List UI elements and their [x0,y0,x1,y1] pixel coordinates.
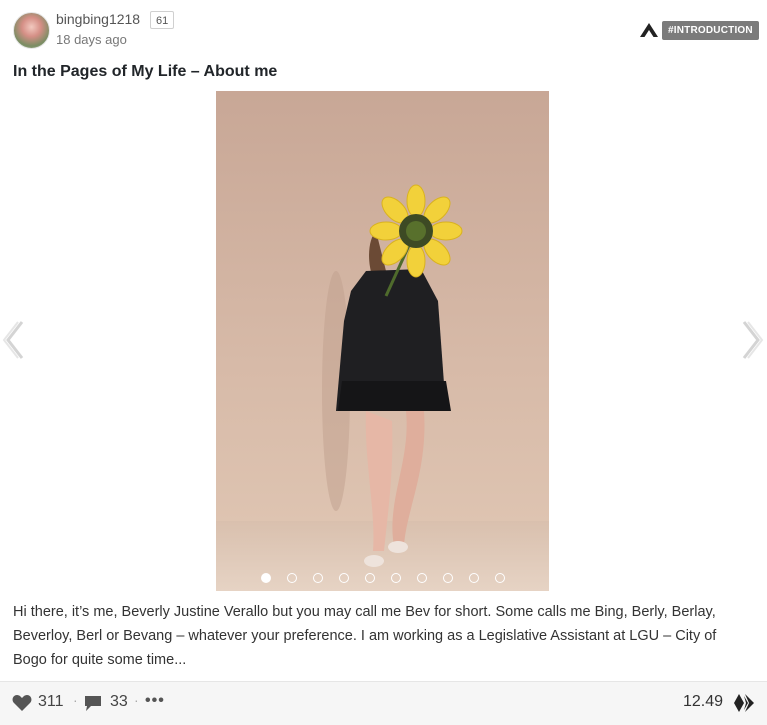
post-title[interactable]: In the Pages of My Life – About me [13,63,277,81]
hive-icon [734,694,754,712]
carousel-dot[interactable] [365,573,375,583]
tag-badge[interactable]: #INTRODUCTION [662,21,759,40]
community-a-icon[interactable] [639,22,659,38]
post-header: bingbing1218 61 18 days ago #INTRODUCTIO… [0,0,767,60]
photo-woman-holding-sunflower [322,184,463,567]
carousel-dot[interactable] [417,573,427,583]
carousel-dot[interactable] [313,573,323,583]
separator-dot: · [134,692,139,708]
post-timestamp[interactable]: 18 days ago [56,32,127,47]
post-excerpt[interactable]: Hi there, it’s me, Beverly Justine Veral… [13,600,753,672]
carousel-dot[interactable] [391,573,401,583]
more-icon[interactable]: ••• [145,692,165,710]
carousel-dot[interactable] [339,573,349,583]
vote-count[interactable]: 311 [38,693,64,711]
carousel-indicators [216,573,549,587]
carousel-dot[interactable] [469,573,479,583]
carousel-image[interactable] [216,91,549,591]
carousel-dot[interactable] [495,573,505,583]
post-footer: 311 · 33 · ••• 12.49 [0,681,767,725]
chevron-right-icon[interactable] [736,318,766,362]
carousel-dot[interactable] [261,573,271,583]
comment-count[interactable]: 33 [110,693,128,711]
heart-icon[interactable] [12,694,32,712]
author-name[interactable]: bingbing1218 [56,11,140,27]
chevron-left-icon[interactable] [0,318,30,362]
carousel-dot[interactable] [443,573,453,583]
avatar[interactable] [13,12,50,49]
carousel-dot[interactable] [287,573,297,583]
separator-dot: · [73,692,78,708]
payout-value[interactable]: 12.49 [683,693,723,711]
comment-icon[interactable] [84,694,102,712]
reputation-badge: 61 [150,11,175,29]
